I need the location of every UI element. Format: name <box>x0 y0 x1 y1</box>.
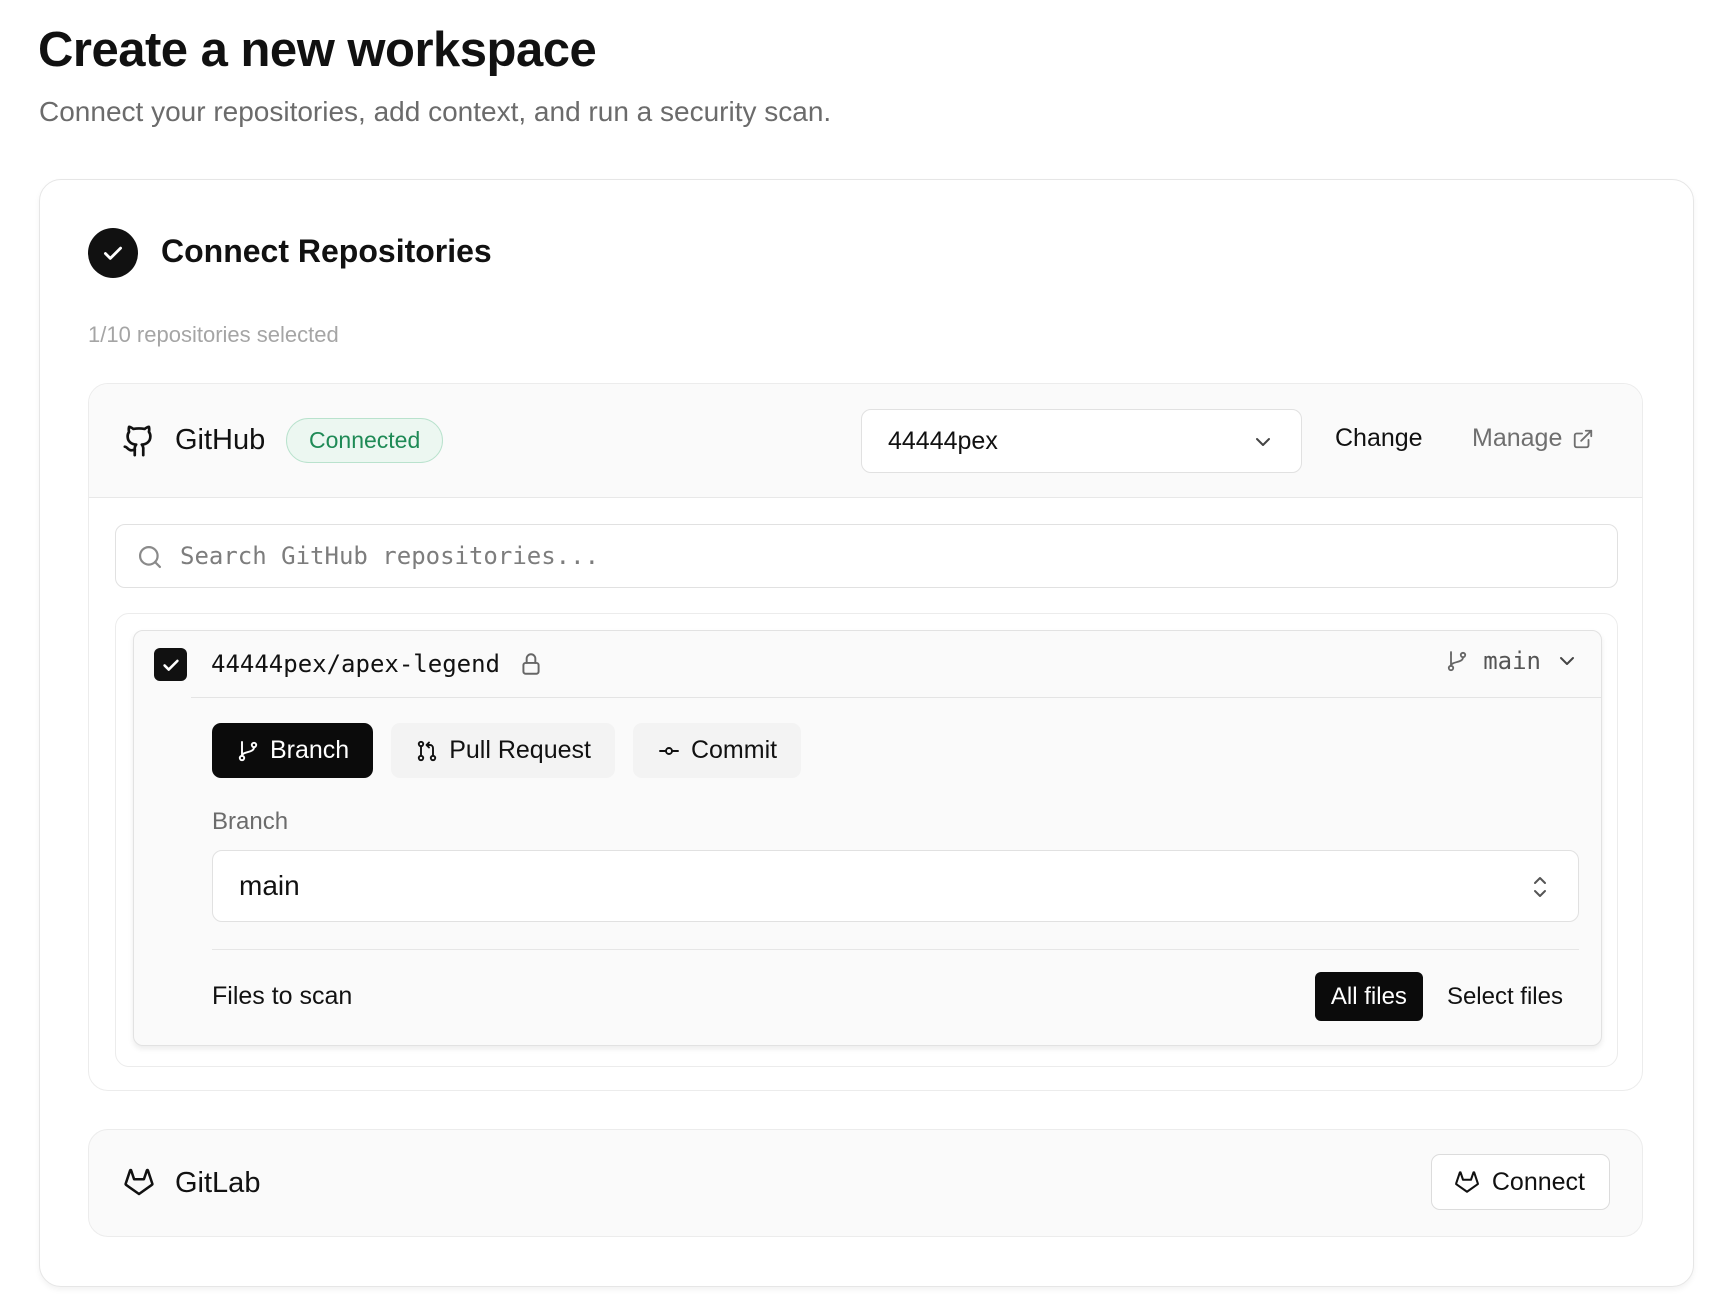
tab-branch[interactable]: Branch <box>212 723 374 778</box>
tab-label: Branch <box>270 736 350 764</box>
git-commit-icon <box>659 746 679 755</box>
repo-search <box>115 524 1618 588</box>
chevron-down-icon <box>1256 438 1270 446</box>
repo-checkbox[interactable] <box>154 648 187 681</box>
repo-name: 44444pex/apex-legend <box>211 650 500 678</box>
tab-commit[interactable]: Commit <box>632 723 802 778</box>
status-badge: Connected <box>286 418 444 463</box>
check-icon <box>162 659 179 671</box>
gitlab-provider-card: GitLab Connect <box>88 1129 1643 1237</box>
connect-label: Connect <box>1491 1167 1585 1196</box>
search-input[interactable] <box>180 525 1600 586</box>
page-title: Create a new workspace <box>38 23 597 77</box>
step-title: Connect Repositories <box>161 233 492 269</box>
files-scope-toggle: All files Select files <box>1314 972 1579 1021</box>
github-provider-card: GitHub Connected 44444pex Change Manage … <box>88 383 1643 1091</box>
branch-select-value: main <box>239 870 300 901</box>
gitlab-icon <box>124 1168 154 1196</box>
all-files-button[interactable]: All files <box>1314 972 1423 1021</box>
gitlab-connect-button[interactable]: Connect <box>1430 1154 1610 1210</box>
chevrons-up-down-icon <box>1534 877 1546 897</box>
gitlab-label: GitLab <box>175 1167 261 1199</box>
page-subtitle: Connect your repositories, add context, … <box>39 96 832 127</box>
lock-icon <box>522 653 540 675</box>
change-button[interactable]: Change <box>1335 424 1423 453</box>
branch-select[interactable]: main <box>212 850 1579 922</box>
git-branch-icon <box>1448 651 1467 672</box>
chevron-down-icon <box>1560 657 1574 665</box>
repo-row-divider <box>191 697 1601 698</box>
org-select[interactable]: 44444pex <box>861 409 1302 473</box>
manage-label: Manage <box>1472 424 1563 452</box>
files-to-scan-label: Files to scan <box>212 982 353 1010</box>
external-link-icon <box>1574 429 1593 448</box>
gitlab-icon <box>1454 1171 1479 1193</box>
branch-field-label: Branch <box>212 808 289 835</box>
repo-branch-select[interactable]: main <box>1445 647 1579 675</box>
tab-pull-request[interactable]: Pull Request <box>391 723 615 778</box>
github-label: GitHub <box>175 424 266 456</box>
github-icon <box>123 425 152 457</box>
org-select-value: 44444pex <box>888 426 998 455</box>
select-files-button[interactable]: Select files <box>1431 972 1579 1021</box>
repo-branch-value: main <box>1483 647 1541 675</box>
divider <box>212 949 1579 950</box>
repo-item: 44444pex/apex-legend main Branch Pull Re… <box>133 630 1602 1046</box>
manage-button[interactable]: Manage <box>1472 424 1594 453</box>
tab-label: Pull Request <box>449 736 591 764</box>
search-icon <box>138 545 162 569</box>
step-complete-check-icon <box>88 228 138 278</box>
tab-label: Commit <box>690 736 778 764</box>
git-branch-icon <box>238 740 258 761</box>
repo-list: 44444pex/apex-legend main Branch Pull Re… <box>115 613 1618 1067</box>
ref-type-tabs: Branch Pull Request Commit <box>212 723 802 778</box>
selected-count: 1/10 repositories selected <box>88 322 339 347</box>
git-pull-request-icon <box>418 740 437 761</box>
github-header: GitHub Connected 44444pex Change Manage <box>89 384 1642 498</box>
